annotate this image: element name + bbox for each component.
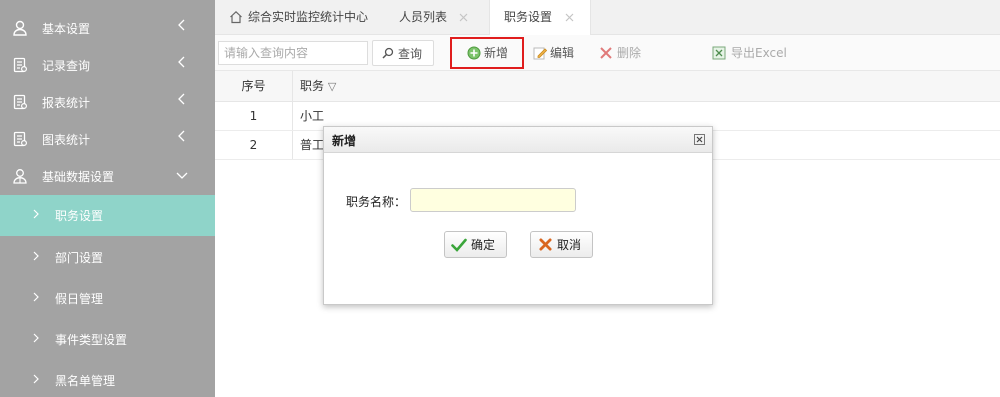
edit-icon (533, 47, 547, 60)
row-job: 普工 (300, 138, 325, 152)
submenu-label: 假日管理 (55, 292, 104, 306)
chevron-down-icon (176, 172, 188, 179)
chevron-left-icon (178, 19, 185, 31)
query-button[interactable]: 查询 (372, 40, 434, 66)
menu-label: 基础数据设置 (42, 170, 115, 184)
chevron-left-icon (178, 130, 185, 142)
tab-personnel-list[interactable]: 人员列表 (383, 0, 487, 35)
job-name-label: 职务名称： (346, 195, 407, 209)
delete-button[interactable]: 删除 (599, 40, 649, 66)
column-header-job[interactable]: 职务 ▽ (300, 71, 336, 102)
tab-bar: 综合实时监控统计中心 人员列表 职务设置 (215, 0, 1000, 36)
submenu-label: 事件类型设置 (55, 333, 128, 347)
submenu-label: 职务设置 (55, 209, 104, 223)
row-job: 小工 (300, 109, 325, 123)
menu-report-stats[interactable]: 报表统计 (0, 84, 215, 121)
grid-header: 序号 职务 ▽ (215, 71, 1000, 102)
column-header-num: 序号 (215, 71, 293, 101)
menu-label: 记录查询 (42, 59, 91, 73)
chevron-right-icon (33, 374, 39, 384)
close-icon[interactable] (565, 13, 574, 22)
user-icon (13, 20, 27, 36)
chevron-left-icon (178, 56, 185, 68)
chevron-left-icon (178, 93, 185, 105)
tab-label: 综合实时监控统计中心 (248, 10, 369, 24)
cancel-button[interactable]: 取消 (530, 231, 593, 258)
row-num: 1 (215, 102, 293, 130)
tab-job-settings[interactable]: 职务设置 (489, 0, 591, 36)
menu-label: 图表统计 (42, 133, 91, 147)
chevron-right-icon (33, 251, 39, 261)
add-label: 新增 (484, 46, 509, 60)
menu-record-query[interactable]: 记录查询 (0, 47, 215, 84)
menu-chart-stats[interactable]: 图表统计 (0, 121, 215, 158)
add-circle-icon (467, 46, 481, 60)
query-label: 查询 (398, 47, 423, 61)
delete-x-icon (600, 47, 612, 59)
menu-basic-data-settings[interactable]: 基础数据设置 (0, 158, 215, 195)
document-icon (13, 57, 28, 73)
tab-monitor-center[interactable]: 综合实时监控统计中心 (215, 0, 383, 35)
column-header-job-label: 职务 (300, 79, 325, 93)
chevron-right-icon (33, 209, 39, 219)
menu-label: 基本设置 (42, 22, 91, 36)
menu-label: 报表统计 (42, 96, 91, 110)
home-icon (230, 10, 242, 24)
edit-button[interactable]: 编辑 (533, 40, 583, 66)
export-excel-button[interactable]: 导出Excel (712, 40, 792, 66)
users-icon (13, 169, 27, 184)
chevron-right-icon (33, 292, 39, 302)
search-input[interactable] (218, 41, 368, 65)
checkmark-icon (451, 238, 467, 252)
confirm-label: 确定 (471, 238, 496, 252)
search-icon (382, 47, 394, 59)
cancel-x-icon (539, 238, 552, 251)
toolbar: 查询 新增 编辑 删除 导出Excel (215, 35, 1000, 71)
submenu-department-settings[interactable]: 部门设置 (0, 237, 215, 278)
document-icon (13, 131, 28, 147)
submenu-label: 黑名单管理 (55, 374, 116, 388)
add-button[interactable]: 新增 (465, 40, 515, 66)
submenu-holiday-management[interactable]: 假日管理 (0, 278, 215, 319)
submenu-blacklist-management[interactable]: 黑名单管理 (0, 360, 215, 397)
close-icon[interactable] (459, 13, 468, 22)
submenu-job-settings[interactable]: 职务设置 (0, 195, 215, 236)
submenu-event-type-settings[interactable]: 事件类型设置 (0, 319, 215, 360)
excel-icon (712, 46, 726, 60)
export-label: 导出Excel (731, 46, 787, 60)
dialog-title: 新增 (332, 134, 357, 148)
tab-label: 人员列表 (399, 10, 448, 24)
menu-basic-settings[interactable]: 基本设置 (0, 10, 215, 47)
chevron-right-icon (33, 333, 39, 343)
edit-label: 编辑 (550, 46, 575, 60)
tab-label: 职务设置 (504, 10, 553, 24)
sidebar: 基本设置 记录查询 报表统计 图表统计 基础数据设置 职务设置 部门设置 假日管… (0, 0, 215, 397)
cancel-label: 取消 (557, 238, 582, 252)
job-name-input[interactable] (410, 188, 576, 212)
confirm-button[interactable]: 确定 (444, 231, 507, 258)
dialog-header: 新增 (324, 127, 712, 153)
delete-label: 删除 (617, 46, 642, 60)
row-num: 2 (215, 131, 293, 159)
sort-icon: ▽ (327, 80, 337, 93)
close-icon[interactable] (694, 134, 705, 145)
document-icon (13, 94, 28, 110)
submenu-label: 部门设置 (55, 251, 104, 265)
add-dialog: 新增 职务名称： 确定 取消 (323, 126, 713, 305)
